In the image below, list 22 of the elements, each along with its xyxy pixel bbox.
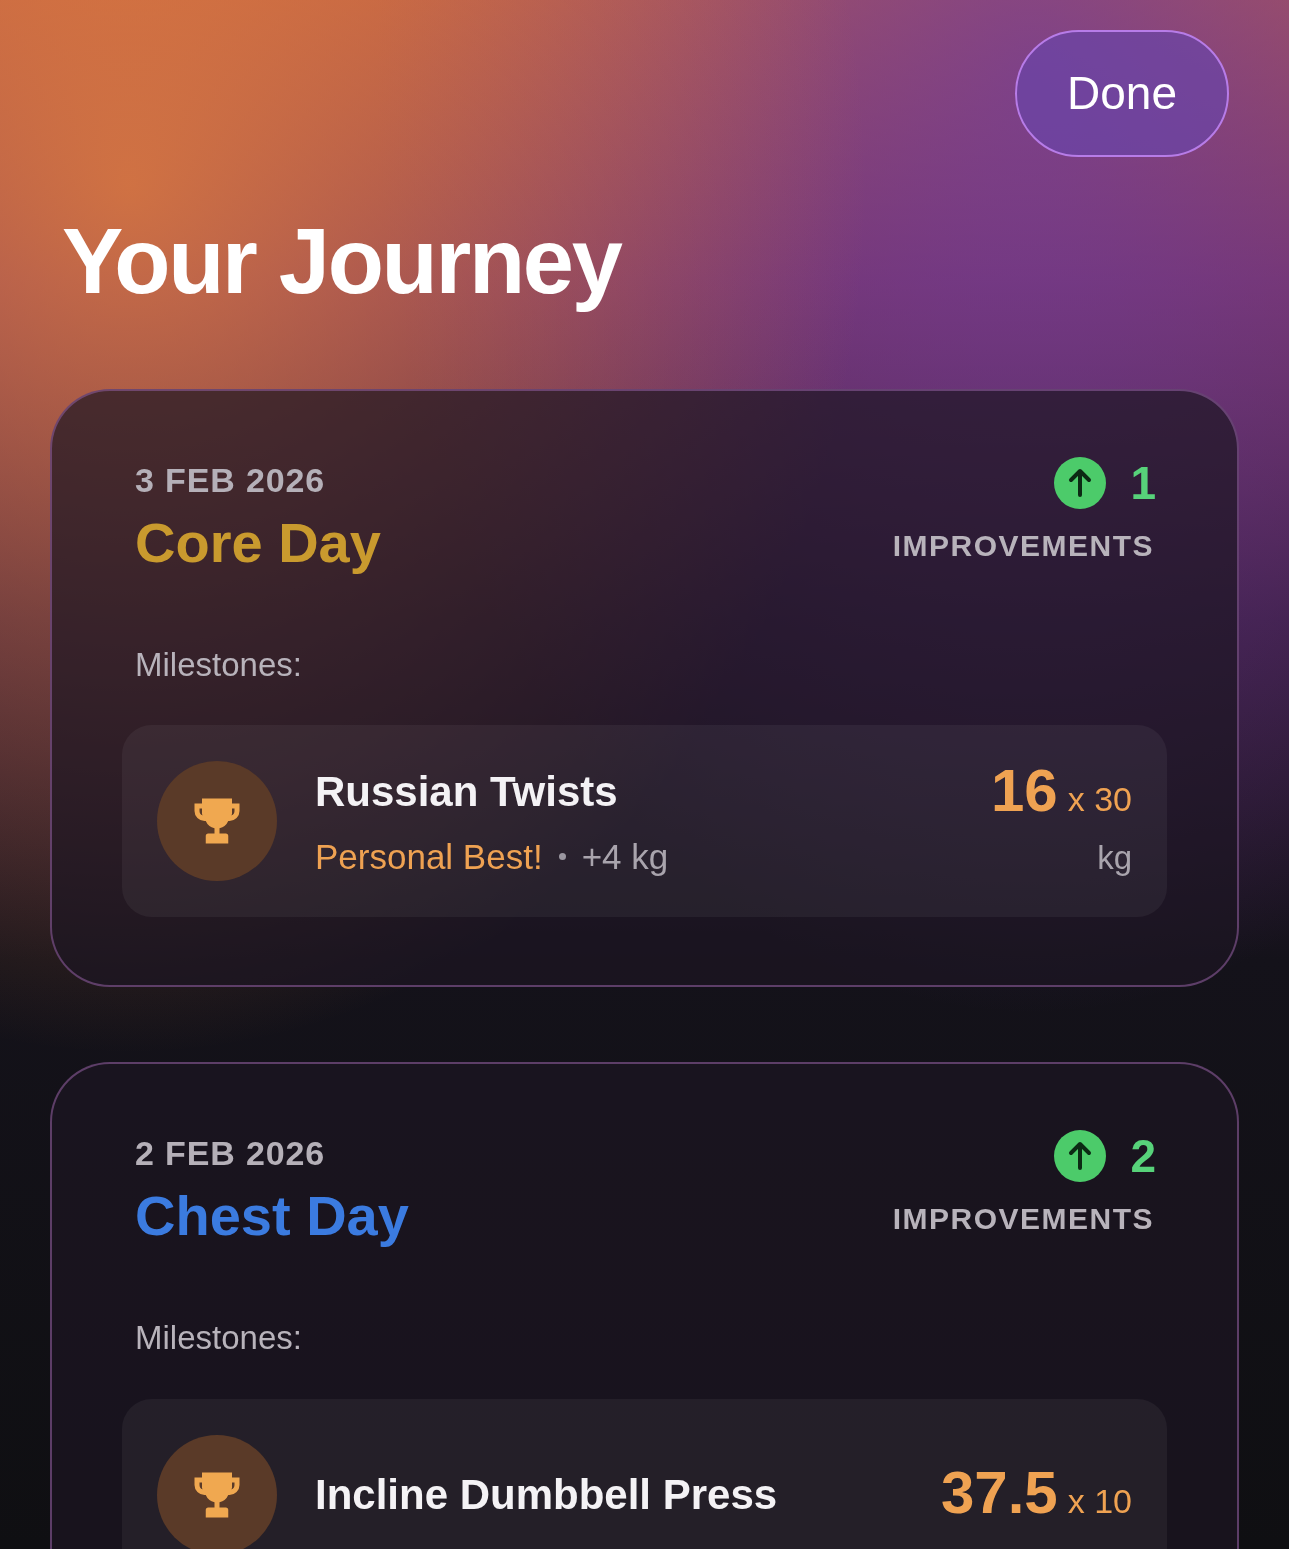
weight-value: 37.5 xyxy=(940,1462,1058,1523)
improvement-count: 1 xyxy=(1130,459,1156,506)
personal-best-label: Personal Best! xyxy=(315,835,543,878)
weight-value: 16 xyxy=(991,760,1058,821)
exercise-name: Incline Dumbbell Press xyxy=(315,1470,779,1521)
milestones-label: Milestones: xyxy=(135,1318,303,1359)
arrow-up-icon xyxy=(1054,456,1107,509)
page-title: Your Journey xyxy=(62,209,621,314)
workout-name: Chest Day xyxy=(135,1183,409,1250)
workout-name: Core Day xyxy=(135,509,381,576)
workout-date: 2 FEB 2026 xyxy=(135,1133,326,1175)
reps-value: x 10 xyxy=(1067,1480,1132,1522)
improvements-label: IMPROVEMENTS xyxy=(892,527,1154,564)
workout-date: 3 FEB 2026 xyxy=(135,459,326,501)
improvements-label: IMPROVEMENTS xyxy=(892,1201,1154,1238)
reps-value: x 30 xyxy=(1067,778,1132,820)
weight-unit: kg xyxy=(1097,837,1132,878)
improvement-count: 2 xyxy=(1130,1133,1156,1180)
weight-delta: +4 kg xyxy=(581,835,669,878)
arrow-up-icon xyxy=(1054,1130,1107,1183)
exercise-name: Russian Twists xyxy=(315,766,619,817)
milestones-label: Milestones: xyxy=(135,644,303,685)
